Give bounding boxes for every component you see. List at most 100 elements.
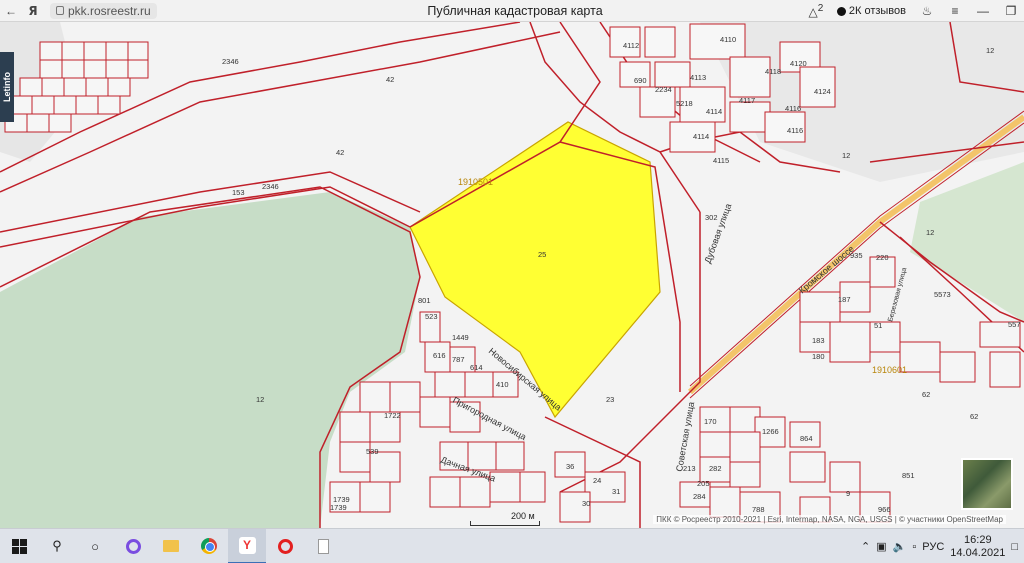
notifications-icon[interactable]: △2 xyxy=(803,3,829,19)
parcel-label: 282 xyxy=(709,464,722,473)
parcel-label: 170 xyxy=(704,417,717,426)
parcel-label: 12 xyxy=(842,151,850,160)
parcel-label: 36 xyxy=(566,462,574,471)
scale-bar: 200 м xyxy=(470,511,540,526)
parcel-label: 2234 xyxy=(655,85,672,94)
parcel-label: 30 xyxy=(582,499,590,508)
url-text: pkk.rosreestr.ru xyxy=(68,3,151,18)
display-icon[interactable]: ▣ xyxy=(876,540,886,553)
map-attribution: ПКК © Росреестр 2010-2021 | Esri, Interm… xyxy=(653,515,1006,524)
restore-button[interactable]: ❐ xyxy=(998,4,1024,18)
parcel-label: 5218 xyxy=(676,99,693,108)
cadastral-map[interactable]: 2346 42 42 153 2346 25 23 12 12 12 62 62… xyxy=(0,22,1024,528)
task-view-icon[interactable]: ○ xyxy=(76,529,114,563)
parcel-label: 4117 xyxy=(739,96,755,105)
reviews-label: 2К отзывов xyxy=(848,5,906,17)
clock[interactable]: 16:29 14.04.2021 xyxy=(950,534,1005,560)
parcel-label: 25 xyxy=(538,250,546,259)
parcel-label: 4115 xyxy=(713,156,729,165)
parcel-label: 24 xyxy=(593,476,601,485)
browser-top-bar: ← Я pkk.rosreestr.ru Публичная кадастров… xyxy=(0,0,1024,22)
parcel-label: 31 xyxy=(612,487,620,496)
windows-taskbar: ⚲ ○ Y ⌃ ▣ 🔈 ▫ РУС 16:29 14.04.2021 □ xyxy=(0,528,1024,563)
parcel-label: 851 xyxy=(902,471,915,480)
language-indicator[interactable]: РУС xyxy=(922,541,944,553)
parcel-label: 51 xyxy=(874,321,882,330)
scale-label: 200 м xyxy=(511,511,535,521)
volume-icon[interactable]: 🔈 xyxy=(893,540,907,553)
search-icon[interactable]: ⚲ xyxy=(38,529,76,563)
lock-icon xyxy=(56,6,64,15)
parcel-label: 2346 xyxy=(222,57,239,66)
parcel-label: 23 xyxy=(606,395,614,404)
quarter-label: 1910501 xyxy=(458,177,493,187)
parcel-label: 12 xyxy=(986,46,994,55)
parcel-label: 153 xyxy=(232,188,245,197)
parcel-label: 9 xyxy=(846,489,850,498)
parcel-label: 180 xyxy=(812,352,825,361)
parcel-label: 62 xyxy=(970,412,978,421)
yandex-browser-icon[interactable]: Y xyxy=(228,528,266,563)
parcel-label: 1722 xyxy=(384,411,401,420)
parcel-label: 1739 xyxy=(330,503,347,512)
address-bar[interactable]: pkk.rosreestr.ru xyxy=(50,2,157,19)
yandex-icon[interactable]: Я xyxy=(22,0,44,22)
start-button[interactable] xyxy=(0,529,38,563)
parcel-label: 42 xyxy=(336,148,344,157)
parcel-label: 4116 xyxy=(785,104,801,113)
map-canvas[interactable]: 2346 42 42 153 2346 25 23 12 12 12 62 62… xyxy=(0,22,1024,528)
parcel-label: 557 xyxy=(1008,320,1021,329)
parcel-label: 4114 xyxy=(693,132,709,141)
notification-center-icon[interactable]: □ xyxy=(1011,541,1018,553)
parcel-label: 1266 xyxy=(762,427,779,436)
alice-icon[interactable] xyxy=(114,529,152,563)
parcel-label: 302 xyxy=(705,213,718,222)
parcel-label: 614 xyxy=(470,363,483,372)
parcel-label: 4124 xyxy=(814,87,831,96)
parcel-label: 410 xyxy=(496,380,509,389)
opera-icon[interactable] xyxy=(266,529,304,563)
parcel-label: 4113 xyxy=(690,73,706,82)
back-arrow-icon[interactable]: ← xyxy=(0,0,22,22)
parcel-label: 539 xyxy=(366,447,379,456)
parcel-label: 42 xyxy=(386,75,394,84)
reviews-button[interactable]: 2К отзывов xyxy=(831,5,912,17)
reviews-icon xyxy=(836,6,846,16)
parcel-label: 1449 xyxy=(452,333,469,342)
parcel-label: 183 xyxy=(812,336,825,345)
system-tray: ⌃ ▣ 🔈 ▫ РУС 16:29 14.04.2021 □ xyxy=(861,529,1024,563)
page-title: Публичная кадастровая карта xyxy=(427,3,603,18)
parcel-label: 616 xyxy=(433,351,446,360)
parcel-label: 787 xyxy=(452,355,465,364)
letinfo-badge[interactable]: Letinfo xyxy=(0,52,14,122)
parcel-label: 2346 xyxy=(262,182,279,191)
parcel-label: 864 xyxy=(800,434,813,443)
chrome-icon[interactable] xyxy=(190,529,228,563)
parcel-label: 523 xyxy=(425,312,438,321)
parcel-label: 788 xyxy=(752,505,765,514)
basemap-toggle[interactable] xyxy=(961,458,1013,510)
date: 14.04.2021 xyxy=(950,546,1006,559)
chevron-up-icon[interactable]: ⌃ xyxy=(861,540,870,553)
parcel-label: 12 xyxy=(256,395,264,404)
windows-icon xyxy=(11,538,27,554)
chat-icon[interactable]: ▫ xyxy=(912,541,916,553)
parcel-label: 205 xyxy=(697,479,710,488)
parcel-label: 4120 xyxy=(790,59,807,68)
notification-count: 2 xyxy=(817,3,824,14)
menu-icon[interactable]: ≡ xyxy=(942,4,968,18)
file-explorer-icon[interactable] xyxy=(152,529,190,563)
document-icon[interactable] xyxy=(304,529,342,563)
parcel-label: 4110 xyxy=(720,35,736,44)
parcel-label: 220 xyxy=(876,253,889,262)
parcel-label: 5573 xyxy=(934,290,951,299)
parcel-label: 801 xyxy=(418,296,431,305)
parcel-label: 4114 xyxy=(706,107,722,116)
parcel-label: 4116 xyxy=(787,126,803,135)
parcel-label: 62 xyxy=(922,390,930,399)
parcel-label: 4118 xyxy=(765,67,781,76)
time: 16:29 xyxy=(964,533,992,546)
bell-icon[interactable]: ♨ xyxy=(914,4,940,18)
minimize-button[interactable]: — xyxy=(970,4,996,18)
parcel-label: 12 xyxy=(926,228,934,237)
